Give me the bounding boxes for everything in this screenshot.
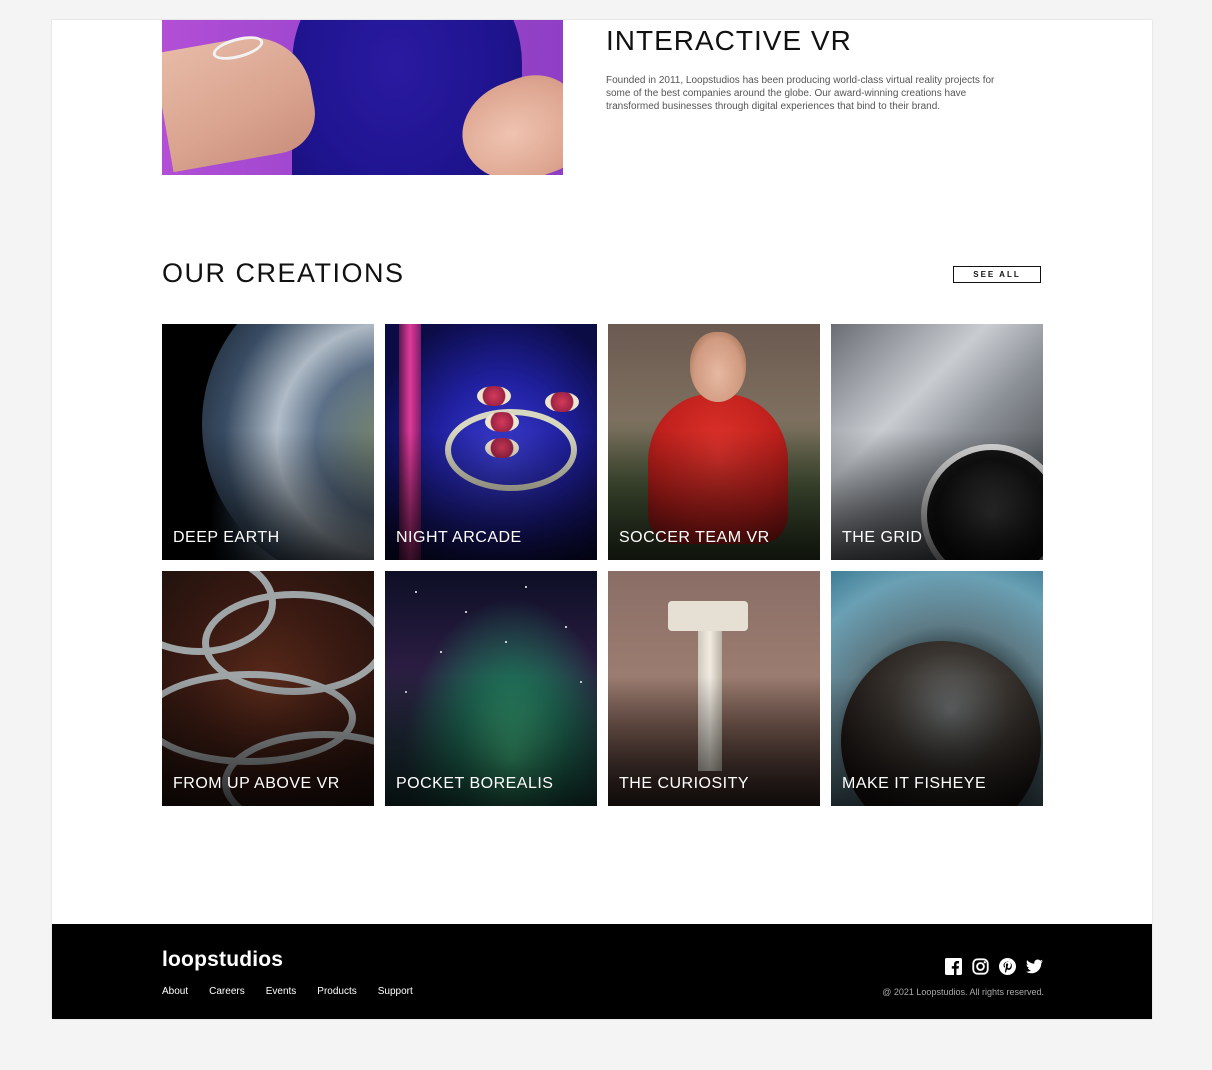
creations-grid: DEEP EARTH NIGHT ARCADE SOCCER TEAM VR T…: [162, 324, 1043, 806]
facebook-icon[interactable]: [945, 958, 962, 975]
creation-label: SOCCER TEAM VR: [619, 529, 770, 546]
creation-label: POCKET BOREALIS: [396, 775, 554, 792]
copyright-text: @ 2021 Loopstudios. All rights reserved.: [882, 987, 1044, 997]
footer-link-events[interactable]: Events: [266, 986, 297, 997]
footer-link-support[interactable]: Support: [378, 986, 413, 997]
twitter-icon[interactable]: [1026, 958, 1043, 975]
page-frame: THE LEADER IN INTERACTIVE VR Founded in …: [52, 20, 1152, 1019]
creation-label: MAKE IT FISHEYE: [842, 775, 987, 792]
footer-nav: About Careers Events Products Support: [162, 986, 413, 997]
creation-label: THE CURIOSITY: [619, 775, 750, 792]
creation-label: THE GRID: [842, 529, 923, 546]
footer-link-about[interactable]: About: [162, 986, 188, 997]
creation-card-the-curiosity[interactable]: THE CURIOSITY: [608, 571, 820, 806]
footer: loopstudios About Careers Events Product…: [52, 924, 1152, 1019]
footer-link-products[interactable]: Products: [317, 986, 356, 997]
instagram-icon[interactable]: [972, 958, 989, 975]
footer-link-careers[interactable]: Careers: [209, 986, 245, 997]
creation-card-pocket-borealis[interactable]: POCKET BOREALIS: [385, 571, 597, 806]
creation-label: FROM UP ABOVE VR: [173, 775, 340, 792]
intro-text: Founded in 2011, Loopstudios has been pr…: [606, 75, 995, 112]
pinterest-icon[interactable]: [999, 958, 1016, 975]
creation-card-deep-earth[interactable]: DEEP EARTH: [162, 324, 374, 560]
see-all-button[interactable]: SEE ALL: [953, 266, 1041, 283]
creation-label: DEEP EARTH: [173, 529, 280, 546]
creation-card-the-grid[interactable]: THE GRID: [831, 324, 1043, 560]
intro-hero-image: [162, 20, 563, 175]
intro-title: THE LEADER IN INTERACTIVE VR: [606, 20, 852, 56]
creation-card-make-it-fisheye[interactable]: MAKE IT FISHEYE: [831, 571, 1043, 806]
creations-title: OUR CREATIONS: [162, 258, 405, 288]
social-links: [945, 958, 1043, 975]
creation-label: NIGHT ARCADE: [396, 529, 522, 546]
footer-logo[interactable]: loopstudios: [162, 948, 283, 972]
creation-card-soccer-team-vr[interactable]: SOCCER TEAM VR: [608, 324, 820, 560]
creation-card-night-arcade[interactable]: NIGHT ARCADE: [385, 324, 597, 560]
creation-card-from-up-above-vr[interactable]: FROM UP ABOVE VR: [162, 571, 374, 806]
